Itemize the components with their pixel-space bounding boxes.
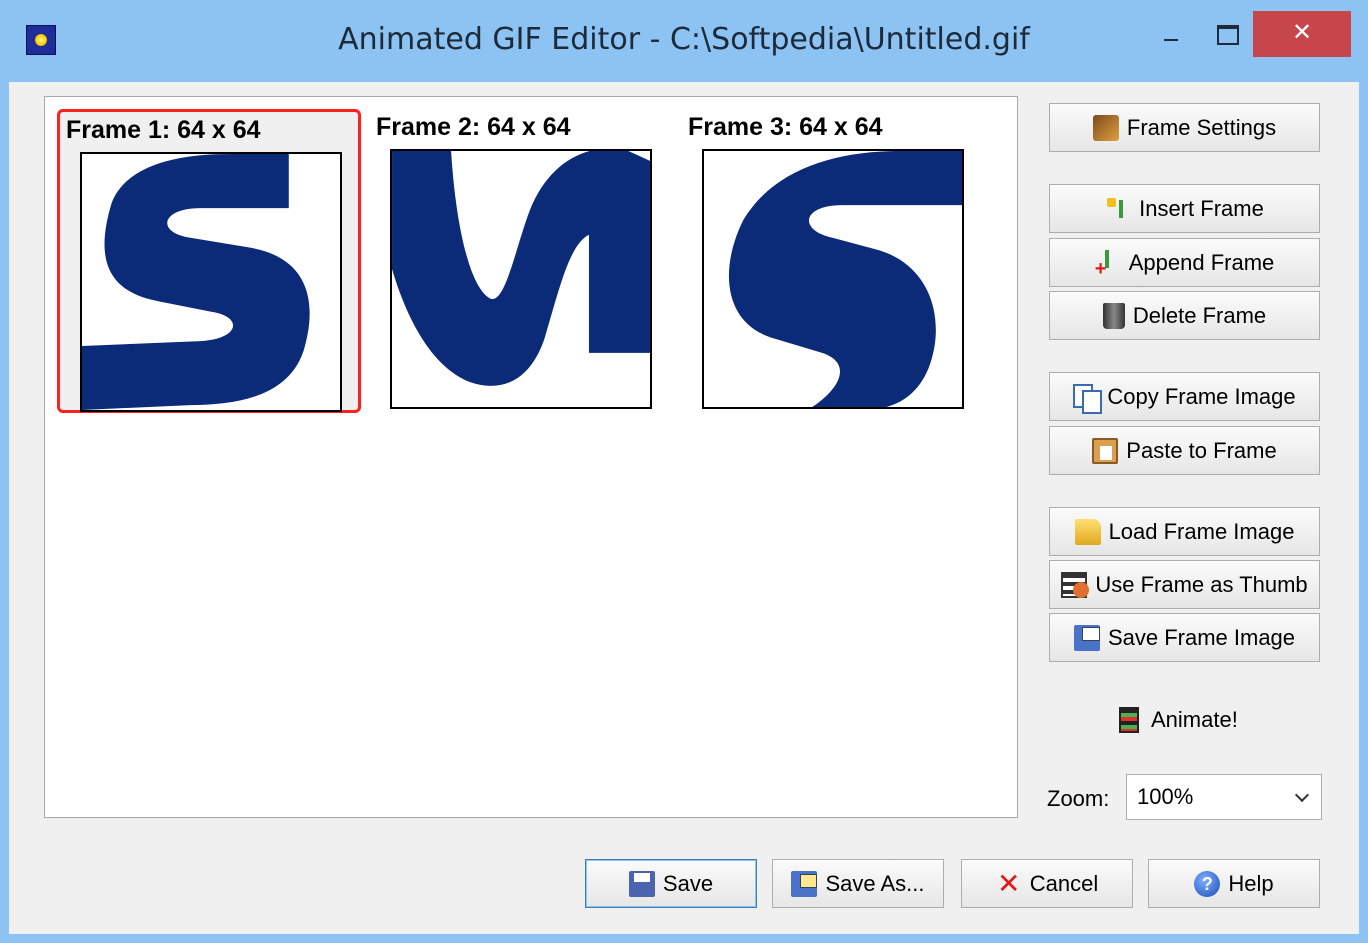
animate-toggle[interactable]: Animate! <box>1119 703 1238 737</box>
paste-to-frame-button[interactable]: Paste to Frame <box>1049 426 1320 475</box>
use-frame-as-thumb-button[interactable]: Use Frame as Thumb <box>1049 560 1320 609</box>
animate-label: Animate! <box>1151 707 1238 732</box>
use-frame-as-thumb-label: Use Frame as Thumb <box>1095 571 1308 597</box>
frame-1-preview <box>82 154 310 410</box>
copy-icon <box>1073 383 1103 414</box>
cancel-label: Cancel <box>1029 870 1099 896</box>
frame-2-preview <box>392 151 650 386</box>
append-frame-button[interactable]: Append Frame <box>1049 238 1320 287</box>
frame-image[interactable] <box>390 149 652 409</box>
save-label: Save <box>662 870 714 896</box>
cancel-button[interactable]: ✕ Cancel <box>961 859 1133 908</box>
save-button[interactable]: Save <box>585 859 757 908</box>
load-frame-image-button[interactable]: Load Frame Image <box>1049 507 1320 556</box>
film-thumb-icon <box>1061 571 1090 598</box>
film-strip-icon <box>1119 707 1139 733</box>
close-button[interactable]: ✕ <box>1253 11 1351 57</box>
delete-frame-button[interactable]: Delete Frame <box>1049 291 1320 340</box>
chevron-down-icon <box>1294 787 1310 803</box>
frame-settings-button[interactable]: Frame Settings <box>1049 103 1320 152</box>
trash-icon <box>1102 302 1125 329</box>
help-button[interactable]: ? Help <box>1148 859 1320 908</box>
maximize-button[interactable] <box>1200 11 1252 57</box>
frame-image[interactable] <box>702 149 964 409</box>
zoom-value: 100% <box>1137 784 1194 809</box>
insert-frame-icon <box>1105 196 1131 222</box>
help-label: Help <box>1228 870 1274 896</box>
frame-label: Frame 2: 64 x 64 <box>376 113 571 141</box>
copy-frame-image-button[interactable]: Copy Frame Image <box>1049 372 1320 421</box>
insert-frame-button[interactable]: Insert Frame <box>1049 184 1320 233</box>
frame-label: Frame 1: 64 x 64 <box>66 116 261 144</box>
save-frame-image-button[interactable]: Save Frame Image <box>1049 613 1320 662</box>
save-as-icon <box>791 870 818 897</box>
frame-3[interactable]: Frame 3: 64 x 64 <box>682 109 986 413</box>
frame-image[interactable] <box>80 152 342 412</box>
floppy-icon <box>628 870 655 897</box>
load-frame-image-label: Load Frame Image <box>1108 518 1295 544</box>
paste-to-frame-label: Paste to Frame <box>1126 437 1277 463</box>
zoom-label: Zoom: <box>1047 786 1110 811</box>
minimize-button[interactable] <box>1146 11 1198 57</box>
delete-frame-label: Delete Frame <box>1132 302 1267 328</box>
save-frame-icon <box>1073 624 1100 651</box>
cancel-x-icon: ✕ <box>997 867 1021 899</box>
save-as-label: Save As... <box>825 870 925 896</box>
append-frame-icon <box>1095 249 1121 281</box>
help-icon: ? <box>1194 870 1221 897</box>
folder-open-icon <box>1074 518 1101 545</box>
zoom-select[interactable]: 100% <box>1126 774 1322 820</box>
client-area: Frame 1: 64 x 64 Frame 2: 64 x 64 Frame … <box>9 82 1359 934</box>
save-as-button[interactable]: Save As... <box>772 859 944 908</box>
append-frame-label: Append Frame <box>1128 249 1275 275</box>
frame-settings-label: Frame Settings <box>1126 114 1277 140</box>
frame-1[interactable]: Frame 1: 64 x 64 <box>57 109 361 413</box>
frame-label: Frame 3: 64 x 64 <box>688 113 883 141</box>
frame-3-preview <box>728 151 962 407</box>
frames-panel[interactable]: Frame 1: 64 x 64 Frame 2: 64 x 64 Frame … <box>44 96 1018 818</box>
save-frame-image-label: Save Frame Image <box>1107 624 1296 650</box>
title-bar[interactable]: Animated GIF Editor - C:\Softpedia\Untit… <box>0 0 1368 82</box>
frame-2[interactable]: Frame 2: 64 x 64 <box>370 109 674 413</box>
insert-frame-label: Insert Frame <box>1139 195 1264 221</box>
frame-settings-icon <box>1092 114 1119 141</box>
application-window: Animated GIF Editor - C:\Softpedia\Untit… <box>0 0 1368 943</box>
copy-frame-image-label: Copy Frame Image <box>1107 383 1296 409</box>
paste-icon <box>1092 437 1119 464</box>
